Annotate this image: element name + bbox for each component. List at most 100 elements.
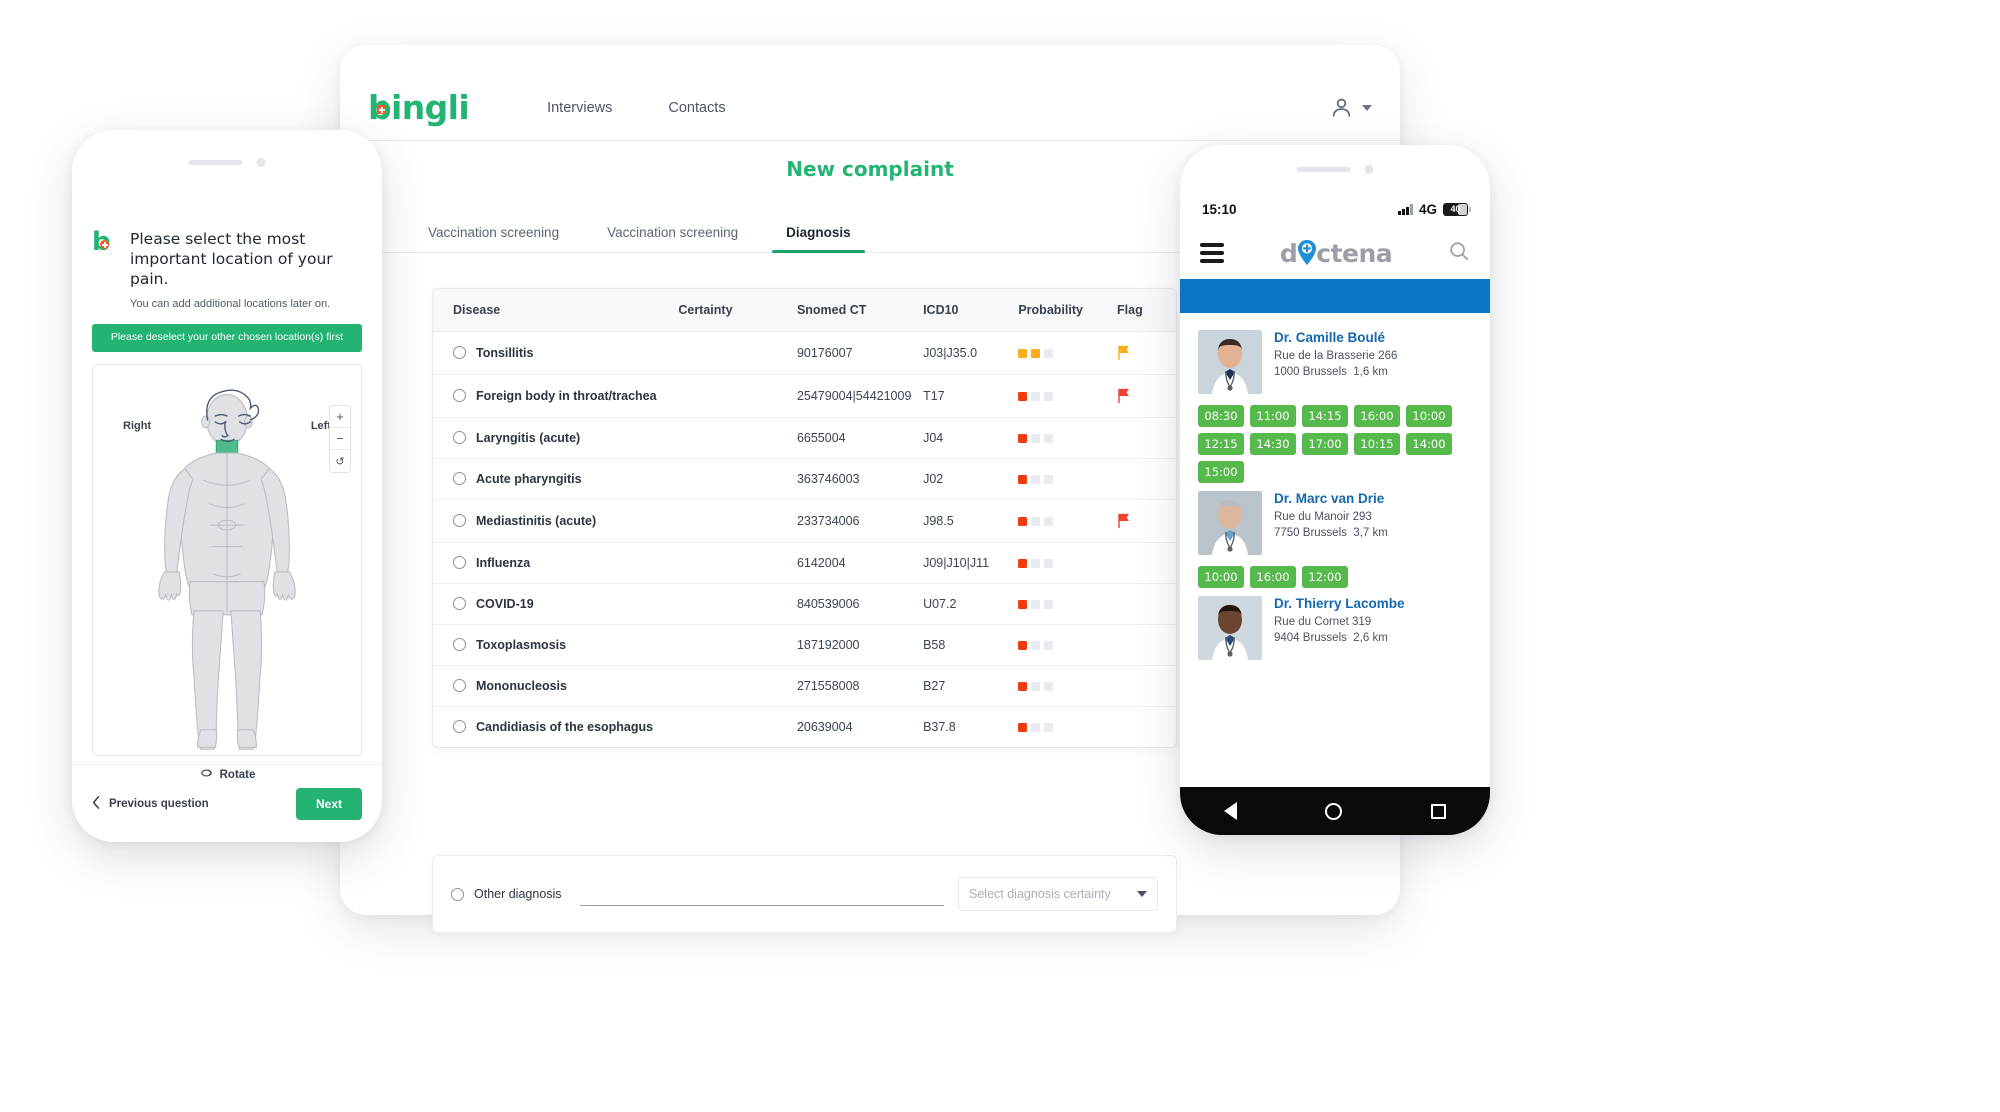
chevron-down-icon bbox=[1362, 104, 1372, 111]
next-button[interactable]: Next bbox=[295, 787, 362, 820]
cell-probability bbox=[1018, 417, 1118, 459]
user-menu[interactable] bbox=[1329, 95, 1372, 120]
human-body-diagram[interactable] bbox=[117, 379, 337, 756]
cell-snomed: 233734006 bbox=[796, 499, 924, 543]
nav-item-interviews[interactable]: Interviews bbox=[547, 100, 612, 116]
cell-icd10: J04 bbox=[923, 417, 1019, 459]
flag-icon[interactable] bbox=[1117, 345, 1176, 361]
probability-square bbox=[1044, 722, 1054, 732]
cell-snomed: 363746003 bbox=[796, 458, 924, 500]
flag-icon[interactable] bbox=[1117, 513, 1176, 529]
doctor-card[interactable]: Dr. Thierry Lacombe Rue du Cornet 319 94… bbox=[1198, 596, 1472, 671]
disease-name: Influenza bbox=[476, 556, 531, 570]
appointment-slot[interactable]: 11:00 bbox=[1250, 405, 1296, 427]
table-row[interactable]: Foreign body in throat/trachea 25479004|5… bbox=[433, 374, 1176, 418]
cell-disease: Acute pharyngitis bbox=[433, 458, 679, 500]
row-select-radio[interactable] bbox=[453, 346, 466, 359]
other-diagnosis-input[interactable] bbox=[579, 905, 944, 906]
table-row[interactable]: Mononucleosis 271558008 B27 bbox=[433, 665, 1176, 707]
table-row[interactable]: Acute pharyngitis 363746003 J02 bbox=[433, 458, 1176, 500]
nav-item-contacts[interactable]: Contacts bbox=[668, 100, 725, 116]
doctor-city-distance: 7750 Brussels 3,7 km bbox=[1274, 527, 1388, 540]
doctor-card[interactable]: Dr. Marc van Drie Rue du Manoir 293 7750… bbox=[1198, 491, 1472, 588]
appointment-slot[interactable]: 14:00 bbox=[1406, 433, 1452, 455]
disease-name: Foreign body in throat/trachea bbox=[476, 389, 657, 403]
row-select-radio[interactable] bbox=[453, 638, 466, 651]
cell-icd10: B58 bbox=[923, 624, 1019, 666]
table-row[interactable]: Influenza 6142004 J09|J10|J11 bbox=[433, 542, 1176, 584]
back-button-icon[interactable] bbox=[1224, 802, 1238, 820]
row-select-radio[interactable] bbox=[453, 431, 466, 444]
speaker-bar bbox=[1296, 167, 1351, 172]
table-row[interactable]: COVID-19 840539006 U07.2 bbox=[433, 583, 1176, 625]
row-select-radio[interactable] bbox=[453, 679, 466, 692]
disease-name: Mononucleosis bbox=[476, 679, 567, 693]
appointment-slot[interactable]: 16:00 bbox=[1250, 566, 1296, 588]
cell-flag bbox=[1117, 707, 1176, 748]
flag-icon[interactable] bbox=[1117, 388, 1176, 404]
cell-flag bbox=[1117, 417, 1176, 459]
diagnosis-certainty-select[interactable]: Select diagnosis certainty bbox=[958, 877, 1158, 911]
appointment-slot[interactable]: 14:30 bbox=[1250, 433, 1296, 455]
row-select-radio[interactable] bbox=[453, 597, 466, 610]
cell-snomed: 6142004 bbox=[796, 542, 924, 584]
cell-probability bbox=[1018, 458, 1118, 500]
appointment-slot[interactable]: 10:00 bbox=[1198, 566, 1244, 588]
probability-square bbox=[1018, 516, 1028, 526]
doctor-card[interactable]: Dr. Camille Boulé Rue de la Brasserie 26… bbox=[1198, 330, 1472, 483]
diagnosis-table-card: Disease Certainty Snomed CT ICD10 Probab… bbox=[432, 288, 1177, 748]
appointment-slot[interactable]: 10:15 bbox=[1354, 433, 1400, 455]
doctor-city-distance: 1000 Brussels 1,6 km bbox=[1274, 366, 1388, 379]
appointment-slot[interactable]: 12:00 bbox=[1302, 566, 1348, 588]
other-diagnosis-radio[interactable] bbox=[451, 887, 464, 901]
doctor-name[interactable]: Dr. Thierry Lacombe bbox=[1274, 596, 1405, 611]
table-row[interactable]: Laryngitis (acute) 6655004 J04 bbox=[433, 417, 1176, 459]
doctor-photo bbox=[1198, 330, 1262, 394]
hamburger-menu-icon[interactable] bbox=[1200, 243, 1224, 263]
table-row[interactable]: Candidiasis of the esophagus 20639004 B37.… bbox=[433, 707, 1176, 748]
table-row[interactable]: Toxoplasmosis 187192000 B58 bbox=[433, 624, 1176, 666]
phone-notch bbox=[188, 158, 266, 167]
doctena-wordmark-suffix: ctena bbox=[1316, 238, 1393, 268]
doctor-name[interactable]: Dr. Marc van Drie bbox=[1274, 491, 1388, 506]
row-select-radio[interactable] bbox=[453, 514, 466, 527]
cell-icd10: J02 bbox=[923, 458, 1019, 500]
doctor-name[interactable]: Dr. Camille Boulé bbox=[1274, 330, 1397, 345]
probability-square bbox=[1018, 558, 1028, 568]
other-diagnosis-card: Other diagnosis Select diagnosis certain… bbox=[432, 855, 1177, 933]
row-select-radio[interactable] bbox=[453, 389, 466, 402]
previous-question-button[interactable]: Previous question bbox=[92, 795, 209, 812]
table-row[interactable]: Tonsillitis 90176007 J03|J35.0 bbox=[433, 331, 1176, 375]
cell-probability bbox=[1018, 542, 1118, 584]
appointment-slot[interactable]: 16:00 bbox=[1354, 405, 1400, 427]
appointment-slot[interactable]: 10:00 bbox=[1406, 405, 1452, 427]
tab-vaccination-screening-1[interactable]: Vaccination screening bbox=[428, 225, 559, 252]
recents-button-icon[interactable] bbox=[1430, 803, 1446, 819]
row-select-radio[interactable] bbox=[453, 556, 466, 569]
cell-icd10: J98.5 bbox=[923, 499, 1019, 543]
tab-diagnosis[interactable]: Diagnosis bbox=[772, 225, 865, 253]
tab-vaccination-screening-2[interactable]: Vaccination screening bbox=[607, 225, 738, 252]
cell-icd10: J03|J35.0 bbox=[923, 331, 1019, 375]
table-header-row: Disease Certainty Snomed CT ICD10 Probab… bbox=[433, 289, 1176, 332]
table-body: Tonsillitis 90176007 J03|J35.0 Foreign body… bbox=[433, 331, 1176, 748]
doctor-info: Dr. Thierry Lacombe Rue du Cornet 319 94… bbox=[1274, 596, 1405, 660]
appointment-slot[interactable]: 12:15 bbox=[1198, 433, 1244, 455]
appointment-slot[interactable]: 14:15 bbox=[1302, 405, 1348, 427]
appointment-slot[interactable]: 17:00 bbox=[1302, 433, 1348, 455]
disease-name: Candidiasis of the esophagus bbox=[476, 720, 654, 734]
probability-square bbox=[1044, 681, 1054, 691]
probability-square bbox=[1031, 722, 1041, 732]
appointment-slot[interactable]: 15:00 bbox=[1198, 461, 1244, 483]
other-diagnosis-label: Other diagnosis bbox=[474, 887, 562, 901]
home-button-icon[interactable] bbox=[1325, 802, 1343, 820]
search-icon[interactable] bbox=[1448, 240, 1470, 267]
cell-snomed: 187192000 bbox=[796, 624, 924, 666]
table-row[interactable]: Mediastinitis (acute) 233734006 J98.5 bbox=[433, 499, 1176, 543]
appointment-slots: 08:30 11:00 14:15 16:00 10:00 12:15 14:30 17:00… bbox=[1198, 405, 1472, 483]
row-select-radio[interactable] bbox=[453, 472, 466, 485]
probability-square bbox=[1031, 348, 1041, 358]
appointment-slot[interactable]: 08:30 bbox=[1198, 405, 1244, 427]
body-map-card[interactable]: Right Left + − ↺ bbox=[92, 364, 362, 757]
row-select-radio[interactable] bbox=[453, 720, 466, 733]
